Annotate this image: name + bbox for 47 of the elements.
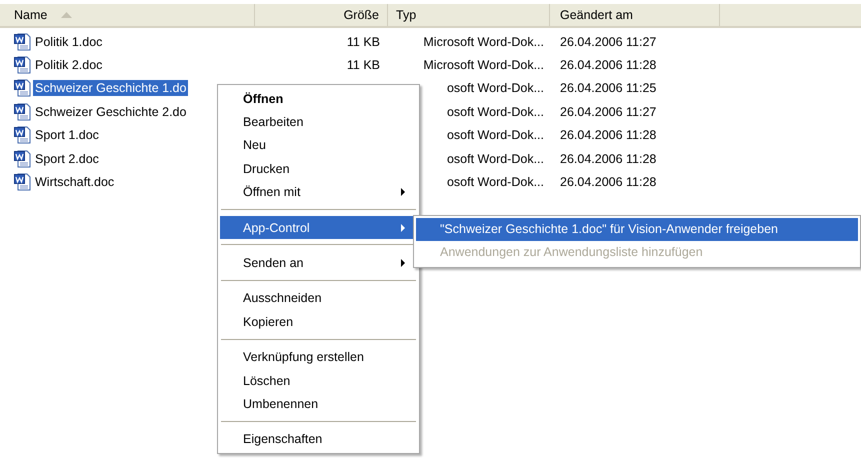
menu-item[interactable]: Neu	[220, 134, 417, 158]
menu-item[interactable]: Löschen	[220, 368, 417, 392]
column-header[interactable]: Typ	[388, 4, 550, 26]
file-type: osoft Word-Dok...	[446, 175, 544, 190]
file-type: Microsoft Word-Dok...	[423, 34, 544, 49]
file-name[interactable]: Politik 1.doc	[33, 34, 104, 50]
menu-item[interactable]: Kopieren	[220, 310, 417, 334]
modified-date: 26.04.2006 11:28	[560, 152, 656, 166]
menu-item[interactable]: Eigenschaften	[220, 428, 417, 452]
column-header[interactable]: Geändert am	[550, 4, 720, 26]
file-name[interactable]: Wirtschaft.doc	[33, 174, 116, 190]
menu-item[interactable]: Umbenennen	[220, 392, 417, 416]
modified-date: 26.04.2006 11:27	[560, 34, 656, 49]
file-type: Microsoft Word-Dok...	[423, 58, 544, 72]
file-name[interactable]: Sport 1.doc	[33, 127, 101, 144]
file-type: osoft Word-Dok...	[446, 152, 544, 166]
word-document-icon	[14, 79, 31, 98]
modified-date: 26.04.2006 11:28	[560, 128, 656, 142]
file-size: 11 KB	[346, 34, 380, 49]
word-document-icon	[14, 102, 31, 121]
file-name[interactable]: Schweizer Geschichte 2.do	[33, 104, 188, 120]
word-document-icon	[14, 150, 31, 168]
modified-date: 26.04.2006 11:28	[560, 58, 656, 72]
menu-item[interactable]: Öffnen mit	[220, 180, 417, 204]
file-name[interactable]: Sport 2.doc	[33, 150, 101, 167]
menu-item[interactable]: Öffnen	[220, 87, 417, 110]
column-header[interactable]: Name	[0, 4, 255, 26]
modified-date: 26.04.2006 11:27	[560, 104, 656, 119]
menu-item[interactable]: Bearbeiten	[220, 110, 417, 134]
modified-date: 26.04.2006 11:25	[560, 81, 656, 96]
file-type: osoft Word-Dok...	[446, 104, 544, 119]
menu-item[interactable]: Ausschneiden	[220, 286, 417, 310]
file-size: 11 KB	[346, 58, 380, 72]
menu-item[interactable]: Verknüpfung erstellen	[220, 346, 417, 369]
menu-item[interactable]: "Schweizer Geschichte 1.doc" für Vision-Anwender freigeben	[416, 218, 858, 242]
modified-date: 26.04.2006 11:28	[560, 175, 656, 190]
word-document-icon	[14, 126, 31, 144]
menu-item[interactable]: Senden an	[220, 251, 417, 275]
word-document-icon	[14, 56, 31, 74]
file-type: osoft Word-Dok...	[446, 81, 544, 96]
column-header[interactable]: Größe	[255, 4, 388, 26]
file-name[interactable]: Schweizer Geschichte 1.do	[33, 80, 188, 96]
menu-item[interactable]: Drucken	[220, 157, 417, 181]
file-name[interactable]: Politik 2.doc	[33, 57, 104, 74]
word-document-icon	[14, 173, 31, 192]
file-type: osoft Word-Dok...	[446, 128, 544, 142]
word-document-icon	[14, 32, 31, 51]
